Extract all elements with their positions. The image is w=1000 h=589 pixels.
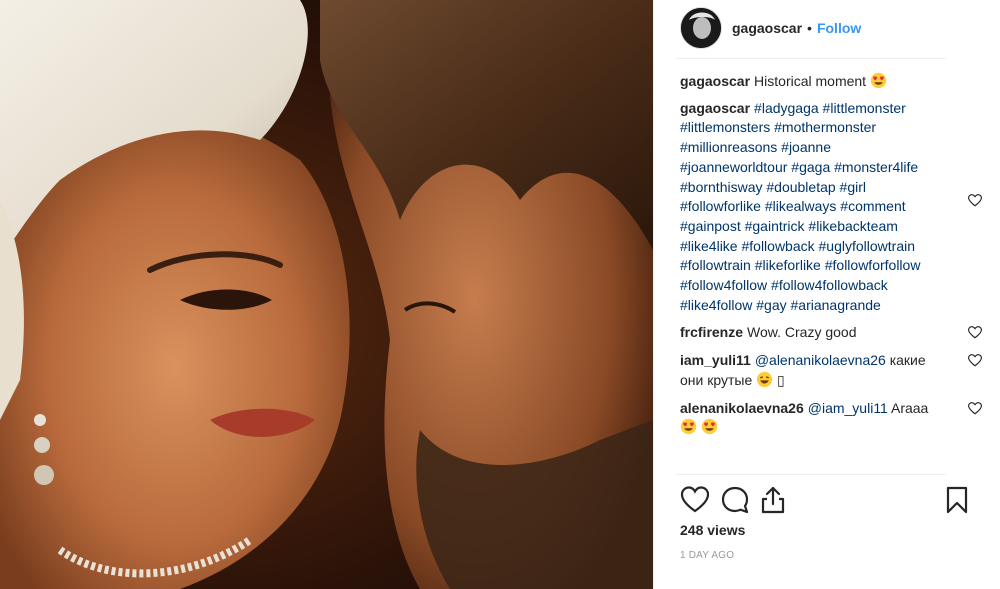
comment-username[interactable]: gagaoscar <box>680 100 750 116</box>
post-side-panel: gagaoscar • Follow gagaoscar Historical m… <box>653 0 1000 589</box>
caption: gagaoscar Historical moment <box>680 72 980 92</box>
instagram-post: gagaoscar • Follow gagaoscar Historical m… <box>0 0 1000 589</box>
comment-username[interactable]: frcfirenze <box>680 324 743 340</box>
video-frame-illustration <box>0 0 653 589</box>
heart-eyes-emoji-icon <box>701 419 718 435</box>
like-heart-icon[interactable] <box>680 485 710 515</box>
grinning-emoji-icon <box>756 371 773 387</box>
comment-item: iam_yuli11 @alenanikolaevna26 какие они к… <box>680 351 982 390</box>
caption-text: Historical moment <box>754 73 867 89</box>
header-separator: • <box>807 20 812 36</box>
comment-username[interactable]: iam_yuli11 <box>680 352 751 368</box>
comment-bubble-icon[interactable] <box>720 485 750 515</box>
comments-list: gagaoscar Historical moment gagaoscar #lad… <box>680 72 982 438</box>
post-actions <box>676 485 976 517</box>
views-count[interactable]: 248 views <box>680 522 745 538</box>
like-comment-heart-icon[interactable] <box>968 354 982 367</box>
post-header: gagaoscar • Follow <box>654 0 1000 56</box>
avatar-image <box>681 8 721 48</box>
comment-unsupported-glyph: ▯ <box>777 371 785 388</box>
like-comment-heart-icon[interactable] <box>968 193 982 207</box>
like-comment-heart-icon[interactable] <box>968 326 982 339</box>
follow-button[interactable]: Follow <box>817 20 861 36</box>
post-timestamp[interactable]: 1 DAY AGO <box>680 550 734 561</box>
comment-item: frcfirenze Wow. Crazy good <box>680 323 982 343</box>
comment-mention[interactable]: @alenanikolaevna26 <box>755 352 886 368</box>
comment-mention[interactable]: @iam_yuli11 <box>808 400 888 416</box>
avatar[interactable] <box>680 7 722 49</box>
heart-eyes-emoji-icon <box>870 72 887 89</box>
header-divider <box>676 58 946 59</box>
comment-hashtags[interactable]: #ladygaga #littlemonster #littlemonsters… <box>680 100 920 313</box>
comment-item: gagaoscar #ladygaga #littlemonster #littl… <box>680 99 982 316</box>
post-video[interactable] <box>0 0 653 589</box>
actions-divider <box>676 474 946 475</box>
post-username[interactable]: gagaoscar <box>732 20 802 36</box>
bookmark-save-icon[interactable] <box>942 485 972 515</box>
caption-username[interactable]: gagaoscar <box>680 73 750 89</box>
comment-item: alenanikolaevna26 @iam_yuli11 Araaa <box>680 399 982 438</box>
share-upload-icon[interactable] <box>758 485 788 515</box>
comment-text: Wow. Crazy good <box>747 324 857 341</box>
like-comment-heart-icon[interactable] <box>968 401 982 415</box>
heart-eyes-emoji-icon <box>680 419 697 435</box>
comment-text: Araaa <box>890 399 929 416</box>
comment-username[interactable]: alenanikolaevna26 <box>680 400 804 416</box>
